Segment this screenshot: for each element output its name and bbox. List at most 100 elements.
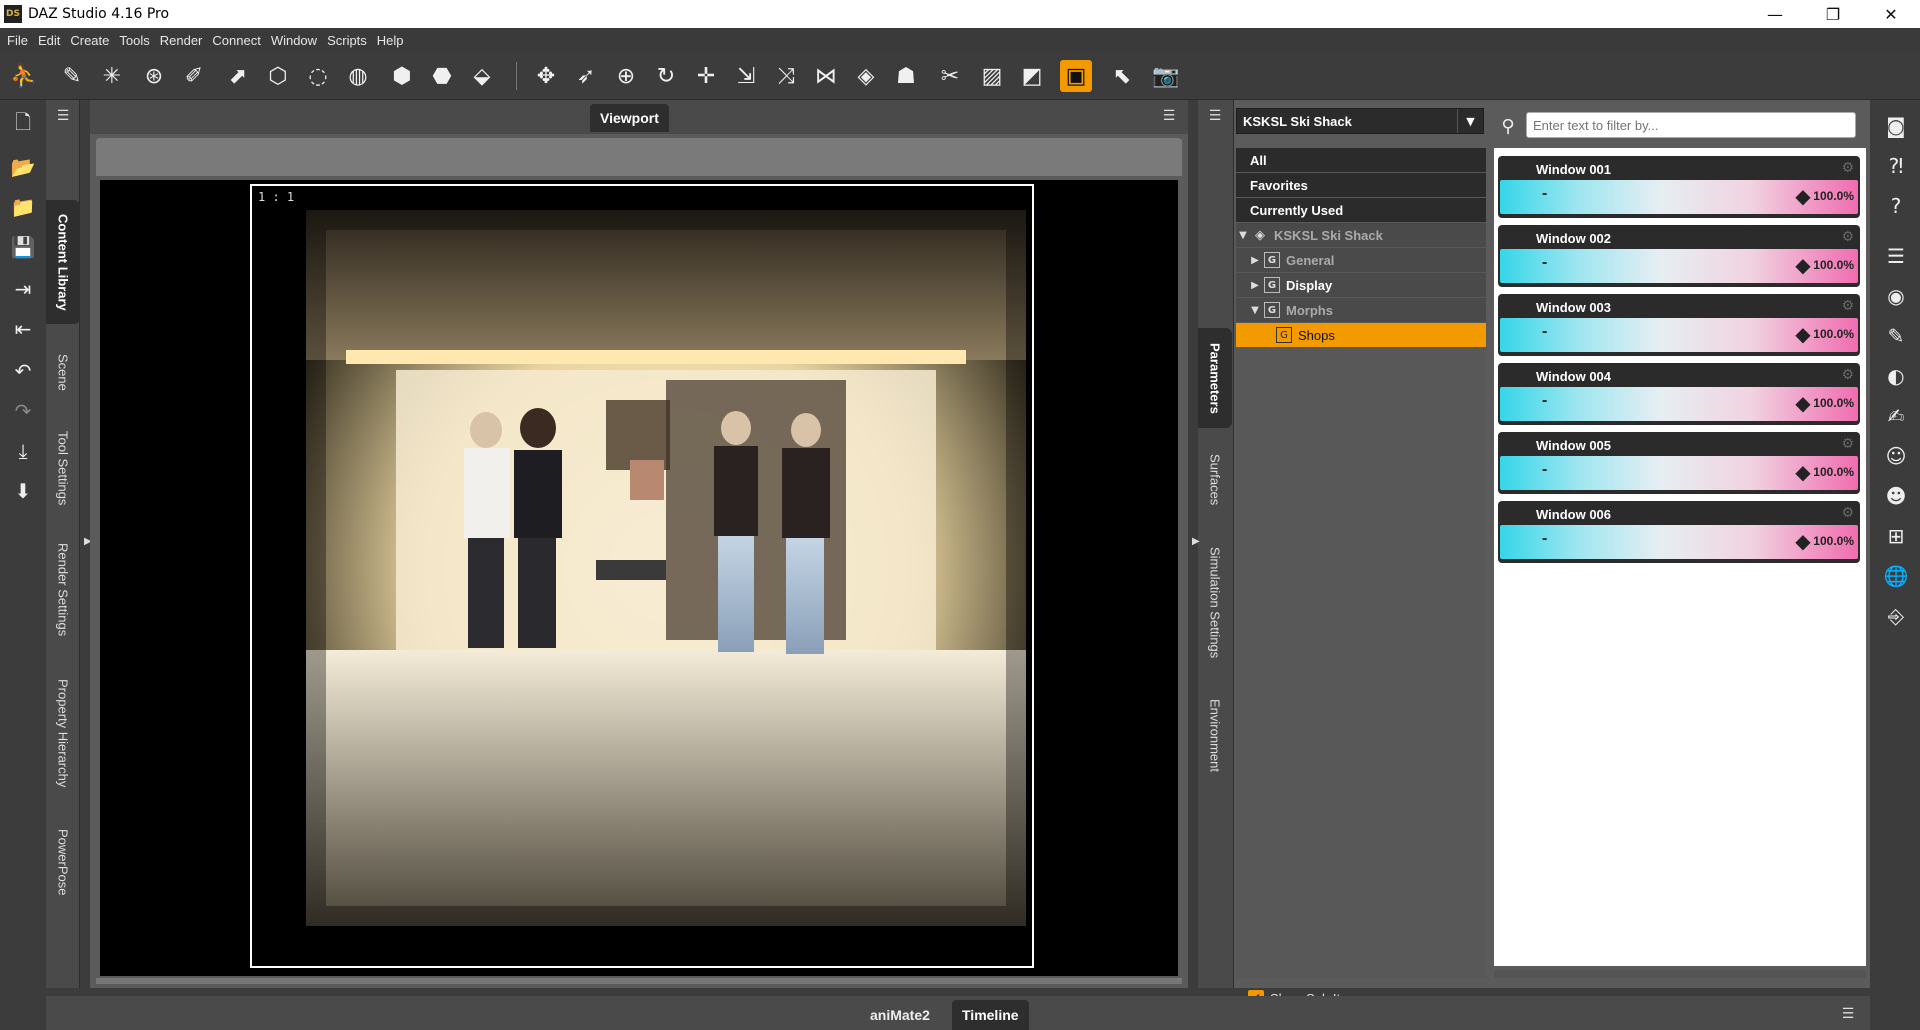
decrement-icon[interactable]: -	[1542, 392, 1547, 410]
spot-render-icon[interactable]: ⬣	[426, 60, 458, 92]
help-icon[interactable]: ?	[1882, 192, 1910, 220]
expand-arrow-icon[interactable]: ▼	[1236, 230, 1250, 241]
gear-icon[interactable]: ⚙	[1841, 367, 1854, 383]
tab-surfaces[interactable]: Surfaces	[1198, 434, 1232, 526]
value-slider[interactable]: - ◆ 100.0%	[1500, 456, 1858, 490]
parameter-value[interactable]: 100.0%	[1813, 534, 1854, 548]
menu-window[interactable]: Window	[271, 33, 317, 48]
gear-icon[interactable]: ⚙	[1841, 505, 1854, 521]
tree-item-shops[interactable]: G Shops	[1236, 323, 1486, 347]
decrement-icon[interactable]: -	[1542, 461, 1547, 479]
undo-icon[interactable]: ↶	[8, 356, 38, 386]
slider-knob-icon[interactable]: ◆	[1792, 460, 1814, 484]
parameter-value[interactable]: 100.0%	[1813, 189, 1854, 203]
globe-icon[interactable]: 🌐	[1882, 562, 1910, 590]
transform-node-icon[interactable]: ⬈	[222, 60, 254, 92]
pose-tool-icon[interactable]: ✐	[178, 60, 210, 92]
merge-icon[interactable]: 📁	[8, 192, 38, 222]
tree-item-general[interactable]: ▶ G General	[1236, 248, 1486, 272]
value-slider[interactable]: - ◆ 100.0%	[1500, 387, 1858, 421]
redo-icon[interactable]: ↷	[8, 396, 38, 426]
chevron-down-icon[interactable]: ▼	[1457, 109, 1483, 133]
expand-arrow-icon[interactable]: ▶	[1248, 280, 1262, 291]
decrement-icon[interactable]: -	[1542, 323, 1547, 341]
tree-item-currently-used[interactable]: Currently Used	[1236, 198, 1486, 222]
open-icon[interactable]: 📂	[8, 152, 38, 182]
menu-file[interactable]: File	[7, 33, 28, 48]
panel-menu-icon[interactable]: ☰	[52, 106, 74, 126]
expand-arrow-icon[interactable]: ▶	[1248, 255, 1262, 266]
node-weight-brush-icon[interactable]: ✎	[56, 60, 88, 92]
slider-knob-icon[interactable]: ◆	[1792, 322, 1814, 346]
slider-knob-icon[interactable]: ◆	[1792, 253, 1814, 277]
camera-icon[interactable]: 📷	[1150, 60, 1182, 92]
value-slider[interactable]: - ◆ 100.0%	[1500, 318, 1858, 352]
joint-rotate-icon[interactable]: ⤨	[770, 60, 802, 92]
filter-input[interactable]	[1526, 112, 1856, 138]
figure-tool-icon[interactable]: ☗	[890, 60, 922, 92]
surface-selection-tool-icon[interactable]: ◈	[850, 60, 882, 92]
parameter-value[interactable]: 100.0%	[1813, 396, 1854, 410]
parameter-value[interactable]: 100.0%	[1813, 465, 1854, 479]
gear-icon[interactable]: ⚙	[1841, 298, 1854, 314]
joint-editor-icon[interactable]: ✳	[96, 60, 128, 92]
geometry-editor-icon[interactable]: ⬡	[262, 60, 294, 92]
restore-button[interactable]: ❐	[1804, 0, 1862, 28]
gear-icon[interactable]: ⚙	[1841, 160, 1854, 176]
tab-timeline[interactable]: Timeline	[952, 1000, 1029, 1030]
tree-item-morphs[interactable]: ▼ G Morphs	[1236, 298, 1486, 322]
decrement-icon[interactable]: -	[1542, 530, 1547, 548]
tab-tool-settings[interactable]: Tool Settings	[46, 416, 80, 520]
minimize-button[interactable]: —	[1746, 0, 1804, 28]
tree-item-display[interactable]: ▶ G Display	[1236, 273, 1486, 297]
universal-tool-icon[interactable]: ✥	[530, 60, 562, 92]
save-icon[interactable]: 💾	[8, 232, 38, 262]
tab-powerpose[interactable]: PowerPose	[46, 812, 80, 912]
tree-item-favorites[interactable]: Favorites	[1236, 173, 1486, 197]
edit-pose-icon[interactable]: ✂	[934, 60, 966, 92]
tab-simulation-settings[interactable]: Simulation Settings	[1198, 532, 1232, 674]
menu-tools[interactable]: Tools	[119, 33, 149, 48]
close-button[interactable]: ✕	[1862, 0, 1920, 28]
spot-render-tool-icon[interactable]: ⬉	[1106, 60, 1138, 92]
import-icon[interactable]: ⇥	[8, 274, 38, 304]
menu-connect[interactable]: Connect	[212, 33, 260, 48]
gear-icon[interactable]: ⚙	[1841, 436, 1854, 452]
parameter-value[interactable]: 100.0%	[1813, 258, 1854, 272]
expand-arrow-icon[interactable]: ▼	[1248, 305, 1262, 316]
tab-property-hierarchy[interactable]: Property Hierarchy	[46, 658, 80, 808]
scale-icon[interactable]: ⇲	[730, 60, 762, 92]
node-selector[interactable]: KSKSL Ski Shack ▼	[1236, 108, 1484, 134]
viewport-canvas[interactable]: 1 : 1	[100, 180, 1178, 976]
menu-help[interactable]: Help	[377, 33, 404, 48]
align-icon[interactable]: ☰	[1882, 242, 1910, 270]
panel-menu-icon[interactable]: ☰	[1204, 106, 1226, 126]
decrement-icon[interactable]: -	[1542, 254, 1547, 272]
scene-figure-icon[interactable]: ⛹	[8, 60, 40, 92]
instance-node-icon[interactable]: ⬙	[466, 60, 498, 92]
render-camera-active-icon[interactable]: ▣	[1060, 60, 1092, 92]
grid-icon[interactable]: ⊞	[1882, 522, 1910, 550]
export-share-icon[interactable]: ⎆	[1882, 602, 1910, 630]
geometry-sculptor-icon[interactable]: ⬢	[386, 60, 418, 92]
tab-render-settings[interactable]: Render Settings	[46, 526, 80, 654]
menu-create[interactable]: Create	[70, 33, 109, 48]
active-pose-icon[interactable]: ⊛	[138, 60, 170, 92]
morph-icon[interactable]: ◐	[1882, 362, 1910, 390]
node-selection-icon[interactable]: ➶	[570, 60, 602, 92]
tab-content-library[interactable]: Content Library	[46, 200, 80, 324]
menu-scripts[interactable]: Scripts	[327, 33, 367, 48]
tree-item-root[interactable]: ▼ ◈ KSKSL Ski Shack	[1236, 223, 1486, 247]
panel-menu-icon[interactable]: ☰	[1836, 1004, 1860, 1024]
brush-icon[interactable]: ✎	[1882, 322, 1910, 350]
drop-to-floor-icon[interactable]: ⤓	[8, 436, 38, 466]
rotate-icon[interactable]: ↻	[650, 60, 682, 92]
daz-studio-icon[interactable]: ◙	[1882, 112, 1910, 140]
whats-this-icon[interactable]: ⁈	[1882, 152, 1910, 180]
new-scene-icon[interactable]: 🗋	[8, 110, 38, 140]
slider-knob-icon[interactable]: ◆	[1792, 184, 1814, 208]
tab-animate2[interactable]: aniMate2	[860, 1000, 940, 1030]
value-slider[interactable]: - ◆ 100.0%	[1500, 249, 1858, 283]
slider-knob-icon[interactable]: ◆	[1792, 391, 1814, 415]
gear-icon[interactable]: ⚙	[1841, 229, 1854, 245]
